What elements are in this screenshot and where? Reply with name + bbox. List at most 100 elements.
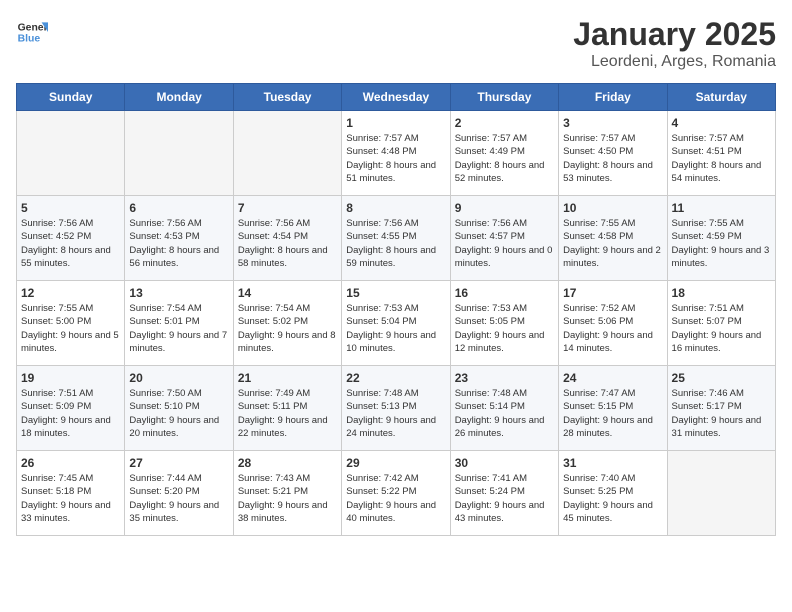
weekday-header-tuesday: Tuesday	[233, 84, 341, 111]
day-number: 24	[563, 371, 662, 385]
calendar-cell: 26 Sunrise: 7:45 AM Sunset: 5:18 PM Dayli…	[17, 451, 125, 536]
day-number: 31	[563, 456, 662, 470]
calendar-cell: 14 Sunrise: 7:54 AM Sunset: 5:02 PM Dayli…	[233, 281, 341, 366]
day-info: Sunrise: 7:55 AM Sunset: 5:00 PM Dayligh…	[21, 302, 120, 355]
day-info: Sunrise: 7:57 AM Sunset: 4:50 PM Dayligh…	[563, 132, 662, 185]
svg-text:Blue: Blue	[18, 34, 41, 45]
day-number: 2	[455, 116, 554, 130]
day-info: Sunrise: 7:47 AM Sunset: 5:15 PM Dayligh…	[563, 387, 662, 440]
day-info: Sunrise: 7:49 AM Sunset: 5:11 PM Dayligh…	[238, 387, 337, 440]
calendar-week-row: 5 Sunrise: 7:56 AM Sunset: 4:52 PM Daylig…	[17, 196, 776, 281]
title-block: January 2025 Leordeni, Arges, Romania	[573, 16, 776, 71]
day-number: 11	[672, 201, 771, 215]
day-number: 26	[21, 456, 120, 470]
day-info: Sunrise: 7:53 AM Sunset: 5:04 PM Dayligh…	[346, 302, 445, 355]
day-number: 8	[346, 201, 445, 215]
calendar-cell: 24 Sunrise: 7:47 AM Sunset: 5:15 PM Dayli…	[559, 366, 667, 451]
day-info: Sunrise: 7:48 AM Sunset: 5:14 PM Dayligh…	[455, 387, 554, 440]
day-info: Sunrise: 7:42 AM Sunset: 5:22 PM Dayligh…	[346, 472, 445, 525]
day-number: 15	[346, 286, 445, 300]
calendar-cell	[125, 111, 233, 196]
calendar-subtitle: Leordeni, Arges, Romania	[573, 53, 776, 71]
calendar-cell: 20Sunrise: 7:50 AM Sunset: 5:10 PM Dayli…	[125, 366, 233, 451]
calendar-cell: 4 Sunrise: 7:57 AM Sunset: 4:51 PM Daylig…	[667, 111, 775, 196]
calendar-table: SundayMondayTuesdayWednesdayThursdayFrid…	[16, 83, 776, 536]
calendar-cell: 7 Sunrise: 7:56 AM Sunset: 4:54 PM Daylig…	[233, 196, 341, 281]
calendar-week-row: 1Sunrise: 7:57 AM Sunset: 4:48 PM Daylig…	[17, 111, 776, 196]
day-number: 3	[563, 116, 662, 130]
calendar-cell: 19Sunrise: 7:51 AM Sunset: 5:09 PM Dayli…	[17, 366, 125, 451]
day-number: 27	[129, 456, 228, 470]
day-number: 14	[238, 286, 337, 300]
day-number: 10	[563, 201, 662, 215]
calendar-header: SundayMondayTuesdayWednesdayThursdayFrid…	[17, 84, 776, 111]
calendar-title: January 2025	[573, 16, 776, 53]
calendar-cell: 22Sunrise: 7:48 AM Sunset: 5:13 PM Dayli…	[342, 366, 450, 451]
calendar-cell: 6Sunrise: 7:56 AM Sunset: 4:53 PM Daylig…	[125, 196, 233, 281]
day-info: Sunrise: 7:55 AM Sunset: 4:58 PM Dayligh…	[563, 217, 662, 270]
calendar-cell: 11 Sunrise: 7:55 AM Sunset: 4:59 PM Dayli…	[667, 196, 775, 281]
page-header: General Blue January 2025 Leordeni, Arge…	[16, 16, 776, 71]
weekday-header-wednesday: Wednesday	[342, 84, 450, 111]
calendar-cell: 15 Sunrise: 7:53 AM Sunset: 5:04 PM Dayli…	[342, 281, 450, 366]
logo-icon: General Blue	[16, 16, 48, 48]
day-number: 25	[672, 371, 771, 385]
day-number: 17	[563, 286, 662, 300]
day-info: Sunrise: 7:53 AM Sunset: 5:05 PM Dayligh…	[455, 302, 554, 355]
calendar-cell: 2 Sunrise: 7:57 AM Sunset: 4:49 PM Daylig…	[450, 111, 558, 196]
calendar-cell: 13Sunrise: 7:54 AM Sunset: 5:01 PM Dayli…	[125, 281, 233, 366]
calendar-cell: 18Sunrise: 7:51 AM Sunset: 5:07 PM Dayli…	[667, 281, 775, 366]
day-number: 23	[455, 371, 554, 385]
day-number: 22	[346, 371, 445, 385]
calendar-cell: 1Sunrise: 7:57 AM Sunset: 4:48 PM Daylig…	[342, 111, 450, 196]
day-info: Sunrise: 7:57 AM Sunset: 4:51 PM Dayligh…	[672, 132, 771, 185]
day-info: Sunrise: 7:40 AM Sunset: 5:25 PM Dayligh…	[563, 472, 662, 525]
day-number: 4	[672, 116, 771, 130]
calendar-week-row: 26 Sunrise: 7:45 AM Sunset: 5:18 PM Dayli…	[17, 451, 776, 536]
day-number: 21	[238, 371, 337, 385]
calendar-cell: 31 Sunrise: 7:40 AM Sunset: 5:25 PM Dayli…	[559, 451, 667, 536]
calendar-cell: 8 Sunrise: 7:56 AM Sunset: 4:55 PM Daylig…	[342, 196, 450, 281]
calendar-cell: 29Sunrise: 7:42 AM Sunset: 5:22 PM Dayli…	[342, 451, 450, 536]
day-number: 16	[455, 286, 554, 300]
day-number: 7	[238, 201, 337, 215]
day-info: Sunrise: 7:43 AM Sunset: 5:21 PM Dayligh…	[238, 472, 337, 525]
logo: General Blue	[16, 16, 48, 48]
calendar-cell	[667, 451, 775, 536]
calendar-cell: 30Sunrise: 7:41 AM Sunset: 5:24 PM Dayli…	[450, 451, 558, 536]
day-info: Sunrise: 7:56 AM Sunset: 4:55 PM Dayligh…	[346, 217, 445, 270]
day-number: 5	[21, 201, 120, 215]
calendar-cell: 9Sunrise: 7:56 AM Sunset: 4:57 PM Daylig…	[450, 196, 558, 281]
day-info: Sunrise: 7:55 AM Sunset: 4:59 PM Dayligh…	[672, 217, 771, 270]
calendar-cell: 23 Sunrise: 7:48 AM Sunset: 5:14 PM Dayli…	[450, 366, 558, 451]
calendar-week-row: 12 Sunrise: 7:55 AM Sunset: 5:00 PM Dayli…	[17, 281, 776, 366]
day-number: 28	[238, 456, 337, 470]
day-info: Sunrise: 7:56 AM Sunset: 4:57 PM Dayligh…	[455, 217, 554, 270]
day-info: Sunrise: 7:50 AM Sunset: 5:10 PM Dayligh…	[129, 387, 228, 440]
calendar-cell: 17 Sunrise: 7:52 AM Sunset: 5:06 PM Dayli…	[559, 281, 667, 366]
day-info: Sunrise: 7:52 AM Sunset: 5:06 PM Dayligh…	[563, 302, 662, 355]
day-info: Sunrise: 7:45 AM Sunset: 5:18 PM Dayligh…	[21, 472, 120, 525]
day-info: Sunrise: 7:57 AM Sunset: 4:48 PM Dayligh…	[346, 132, 445, 185]
weekday-header-friday: Friday	[559, 84, 667, 111]
day-info: Sunrise: 7:56 AM Sunset: 4:54 PM Dayligh…	[238, 217, 337, 270]
day-info: Sunrise: 7:56 AM Sunset: 4:52 PM Dayligh…	[21, 217, 120, 270]
day-info: Sunrise: 7:54 AM Sunset: 5:02 PM Dayligh…	[238, 302, 337, 355]
weekday-header-monday: Monday	[125, 84, 233, 111]
calendar-cell	[17, 111, 125, 196]
calendar-body: 1Sunrise: 7:57 AM Sunset: 4:48 PM Daylig…	[17, 111, 776, 536]
calendar-week-row: 19Sunrise: 7:51 AM Sunset: 5:09 PM Dayli…	[17, 366, 776, 451]
day-number: 6	[129, 201, 228, 215]
weekday-header-thursday: Thursday	[450, 84, 558, 111]
day-info: Sunrise: 7:51 AM Sunset: 5:09 PM Dayligh…	[21, 387, 120, 440]
day-info: Sunrise: 7:57 AM Sunset: 4:49 PM Dayligh…	[455, 132, 554, 185]
day-info: Sunrise: 7:41 AM Sunset: 5:24 PM Dayligh…	[455, 472, 554, 525]
calendar-cell	[233, 111, 341, 196]
day-number: 12	[21, 286, 120, 300]
calendar-cell: 10 Sunrise: 7:55 AM Sunset: 4:58 PM Dayli…	[559, 196, 667, 281]
weekday-header-row: SundayMondayTuesdayWednesdayThursdayFrid…	[17, 84, 776, 111]
day-number: 18	[672, 286, 771, 300]
day-info: Sunrise: 7:44 AM Sunset: 5:20 PM Dayligh…	[129, 472, 228, 525]
calendar-cell: 28 Sunrise: 7:43 AM Sunset: 5:21 PM Dayli…	[233, 451, 341, 536]
weekday-header-sunday: Sunday	[17, 84, 125, 111]
